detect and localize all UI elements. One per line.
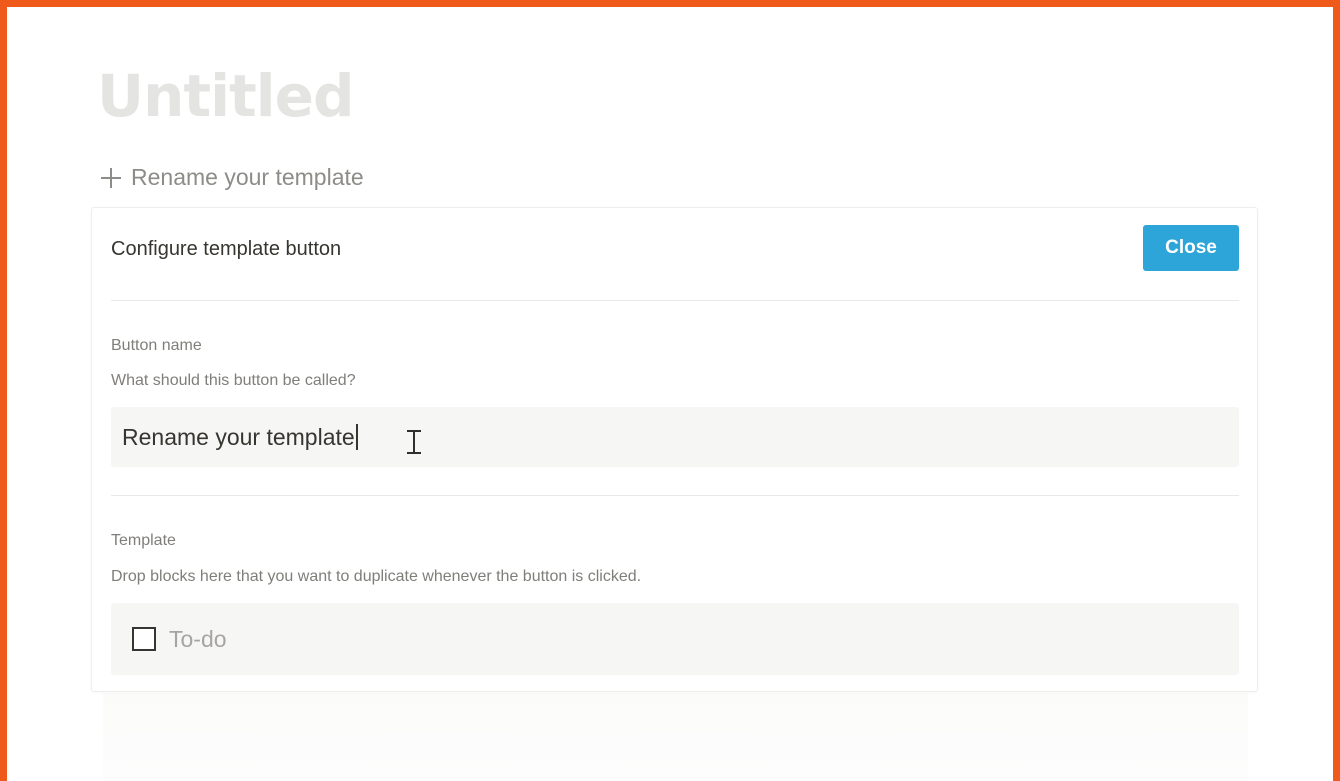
page-title[interactable]: Untitled [97, 62, 354, 130]
button-name-value: Rename your template [122, 423, 355, 450]
template-drop-area[interactable]: To-do [111, 603, 1239, 675]
button-name-label: Button name [111, 337, 202, 354]
template-button-label: Rename your template [131, 164, 364, 190]
template-label: Template [111, 532, 176, 549]
template-button[interactable]: Rename your template [100, 164, 364, 191]
button-name-input[interactable]: Rename your template [111, 407, 1239, 467]
todo-checkbox[interactable] [132, 627, 156, 651]
configure-template-panel: Configure template button Close Button n… [91, 207, 1258, 692]
panel-shadow-fade [103, 693, 1248, 781]
plus-icon [100, 167, 122, 189]
divider [111, 300, 1239, 301]
template-help: Drop blocks here that you want to duplic… [111, 568, 642, 585]
todo-placeholder[interactable]: To-do [169, 626, 227, 653]
close-button[interactable]: Close [1143, 225, 1239, 271]
divider [111, 495, 1239, 496]
button-name-help: What should this button be called? [111, 372, 356, 389]
panel-title: Configure template button [111, 238, 342, 260]
ibeam-cursor-icon [407, 430, 421, 454]
text-caret [355, 424, 358, 450]
